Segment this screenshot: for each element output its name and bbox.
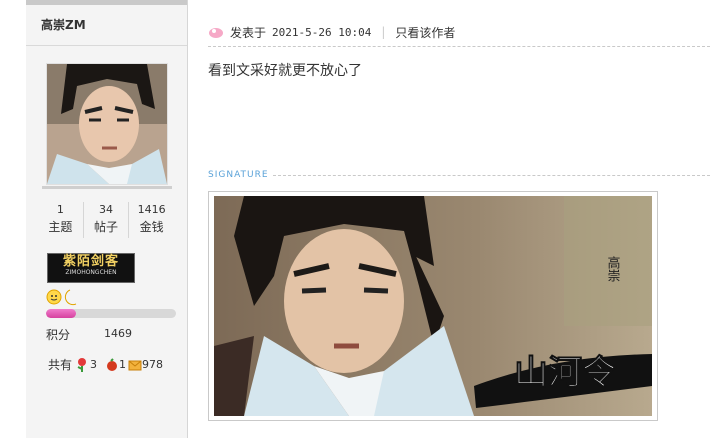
posted-label: 发表于 — [230, 25, 267, 40]
points-row: 积分 1469 — [46, 326, 186, 343]
stat-posts-value: 34 — [99, 203, 113, 216]
gift-egg-count: 1 — [119, 358, 127, 371]
post-datetime: 2021-5-26 10:04 — [272, 25, 372, 39]
medal-subtitle: ZIMOHONGCHEN — [65, 269, 117, 276]
vertical-signature-text: 高崇 — [605, 255, 621, 282]
signature-label: SIGNATURE — [208, 170, 269, 180]
signature-divider — [272, 174, 710, 176]
sun-moon-icon — [46, 289, 77, 306]
author-stats: 1 主题 34 帖子 1416 金钱 — [38, 202, 174, 238]
level-progress-bar — [46, 309, 176, 318]
only-author-link[interactable]: 只看该作者 — [395, 24, 455, 41]
avatar-image — [47, 64, 167, 184]
points-value: 1469 — [104, 327, 132, 340]
author-profile-panel: 高崇ZM 1 主题 34 帖子 1416 金钱 紫陌剑客 ZIMOHONGCHE… — [26, 0, 188, 438]
stat-posts-label: 帖子 — [94, 220, 119, 234]
title-art-text: 山河令 — [514, 353, 617, 393]
flower-icon — [77, 357, 87, 372]
signature-frame: 山河令 高崇 — [208, 191, 658, 421]
avatar-underline — [42, 186, 172, 189]
stat-threads-value: 1 — [56, 203, 64, 216]
stat-money-value: 1416 — [137, 203, 166, 216]
left-gutter — [0, 0, 26, 438]
level-progress-fill — [46, 309, 76, 318]
avatar[interactable] — [46, 63, 168, 185]
egg-icon — [107, 357, 118, 371]
gift-flower-count: 3 — [90, 358, 98, 371]
signature-artwork: 山河令 高崇 — [214, 196, 652, 416]
signature-image: 山河令 高崇 — [214, 196, 652, 416]
post-content: 看到文采好就更不放心了 — [208, 63, 362, 79]
mail-icon — [128, 360, 142, 370]
gift-mail-count: 978 — [142, 358, 164, 371]
online-status-icon — [209, 28, 223, 38]
post-main: 发表于 2021-5-26 10:04 | 只看该作者 看到文采好就更不放心了 … — [208, 0, 710, 438]
medal-badge[interactable]: 紫陌剑客 ZIMOHONGCHEN — [47, 253, 135, 283]
post-info-bar: 发表于 2021-5-26 10:04 | 只看该作者 — [208, 18, 710, 47]
separator: | — [381, 25, 386, 39]
gifts-label: 共有 — [48, 358, 73, 372]
gifts-row: 共有 3 1 978 — [48, 356, 171, 373]
stat-threads-label: 主题 — [48, 220, 73, 234]
medal-title: 紫陌剑客 — [62, 254, 119, 269]
stat-threads[interactable]: 1 主题 — [38, 202, 84, 238]
stat-money-label: 金钱 — [139, 220, 164, 234]
stat-posts[interactable]: 34 帖子 — [84, 202, 130, 238]
points-label: 积分 — [46, 328, 71, 342]
author-username[interactable]: 高崇ZM — [26, 5, 187, 46]
level-icons — [46, 288, 86, 306]
stat-money[interactable]: 1416 金钱 — [129, 202, 174, 238]
signature-header: SIGNATURE — [208, 168, 710, 182]
